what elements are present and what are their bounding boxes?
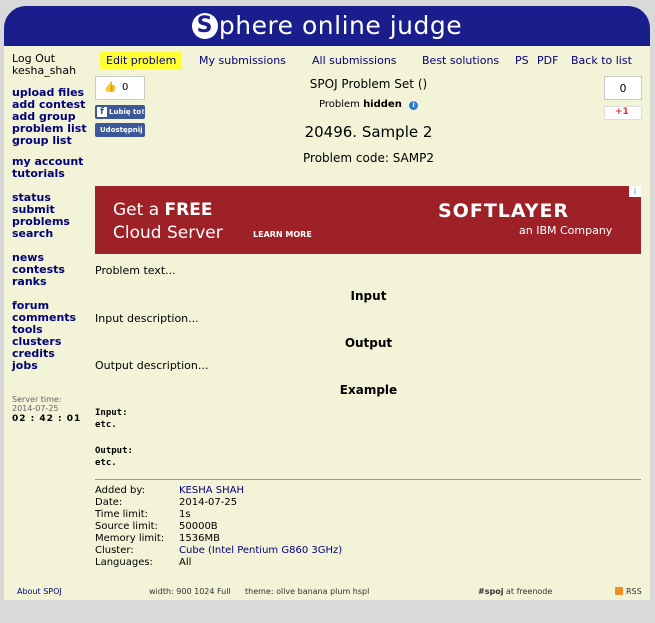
ad-line1: Get a FREE [113, 200, 212, 220]
example-input-value: etc. [95, 420, 117, 430]
tab-back-to-list[interactable]: Back to list [571, 54, 632, 67]
info-divider [95, 479, 641, 480]
ad-line1-bold: FREE [164, 200, 213, 220]
ad-cta[interactable]: LEARN MORE [253, 230, 312, 239]
example-output-label: Output: [95, 446, 133, 456]
footer-irc-channel: #spoj [478, 587, 504, 596]
info-label-source-limit: Source limit: [95, 521, 158, 532]
logo-s-mark: S [191, 13, 218, 39]
input-heading: Input [350, 289, 387, 303]
sidebar-item-tutorials[interactable]: tutorials [12, 168, 65, 180]
footer-rss-link[interactable]: RSS [626, 587, 642, 596]
example-heading: Example [339, 383, 398, 397]
site-footer: About SPOJ width: 900 1024 Full theme: o… [4, 584, 650, 600]
info-label-cluster: Cluster: [95, 545, 134, 556]
logo-text: phere online judge [218, 11, 463, 40]
sidebar-item-search[interactable]: search [12, 228, 53, 240]
info-icon[interactable]: i [409, 101, 419, 110]
info-label-added-by: Added by: [95, 485, 145, 496]
output-heading: Output [344, 336, 393, 350]
info-label-date: Date: [95, 497, 123, 508]
problem-status: Problem hidden i [87, 99, 650, 110]
info-date: 2014-07-25 [179, 497, 238, 508]
info-label-memory-limit: Memory limit: [95, 533, 165, 544]
ad-line1-prefix: Get a [113, 200, 165, 220]
ad-brand-sub: an IBM Company [519, 224, 613, 237]
problem-title: 20496. Sample 2 [304, 123, 433, 141]
tab-my-submissions[interactable]: My submissions [199, 54, 286, 67]
info-source-limit: 50000B [179, 521, 218, 532]
info-cluster-link[interactable]: Cube (Intel Pentium G860 3GHz) [179, 545, 342, 556]
problem-text: Problem text... [95, 264, 176, 277]
footer-irc[interactable]: #spoj at freenode [478, 587, 552, 596]
info-label-languages: Languages: [95, 557, 153, 568]
info-memory-limit: 1536MB [179, 533, 220, 544]
problem-status-value: hidden [363, 99, 402, 110]
ad-banner[interactable]: Get a FREE Cloud Server LEARN MORE SOFTL… [95, 186, 641, 254]
rss-icon[interactable] [615, 587, 623, 595]
footer-width-options[interactable]: width: 900 1024 Full [149, 587, 231, 596]
input-description: Input description... [95, 312, 199, 325]
tab-edit-problem[interactable]: Edit problem [100, 52, 183, 69]
info-label-time-limit: Time limit: [95, 509, 149, 520]
problem-status-prefix: Problem [318, 99, 360, 110]
tab-pdf[interactable]: PDF [537, 54, 558, 67]
output-description: Output description... [95, 359, 209, 372]
site-header: Sphere online judge [4, 6, 650, 46]
sidebar: Log Out kesha_shah upload files add cont… [4, 46, 87, 584]
problem-set-title: SPOJ Problem Set () [309, 77, 428, 91]
info-languages: All [179, 557, 192, 568]
info-time-limit: 1s [179, 509, 191, 520]
sidebar-item-group-list[interactable]: group list [12, 135, 72, 147]
server-time-value: 02 : 42 : 01 [12, 414, 82, 424]
sidebar-item-ranks[interactable]: ranks [12, 276, 47, 288]
footer-irc-rest: at freenode [505, 587, 553, 596]
ad-choices-icon[interactable]: i [629, 186, 641, 197]
sidebar-item-jobs[interactable]: jobs [12, 360, 38, 372]
tab-ps[interactable]: PS [515, 54, 529, 67]
problem-code: Problem code: SAMP2 [303, 151, 434, 165]
server-date: 2014-07-25 [12, 404, 59, 413]
site-logo[interactable]: Sphere online judge [4, 11, 650, 40]
username[interactable]: kesha_shah [12, 65, 76, 77]
ad-brand: SOFTLAYER [438, 200, 570, 222]
main-content: Edit problem My submissions All submissi… [87, 46, 650, 584]
footer-theme-options[interactable]: theme: olive banana plum hspl [245, 587, 369, 596]
example-input-label: Input: [95, 408, 128, 418]
tab-all-submissions[interactable]: All submissions [312, 54, 397, 67]
info-added-by-link[interactable]: KESHA SHAH [179, 485, 244, 496]
tab-best-solutions[interactable]: Best solutions [422, 54, 499, 67]
footer-about-link[interactable]: About SPOJ [17, 587, 62, 596]
ad-line2: Cloud Server [113, 223, 223, 243]
example-output-value: etc. [95, 458, 117, 468]
